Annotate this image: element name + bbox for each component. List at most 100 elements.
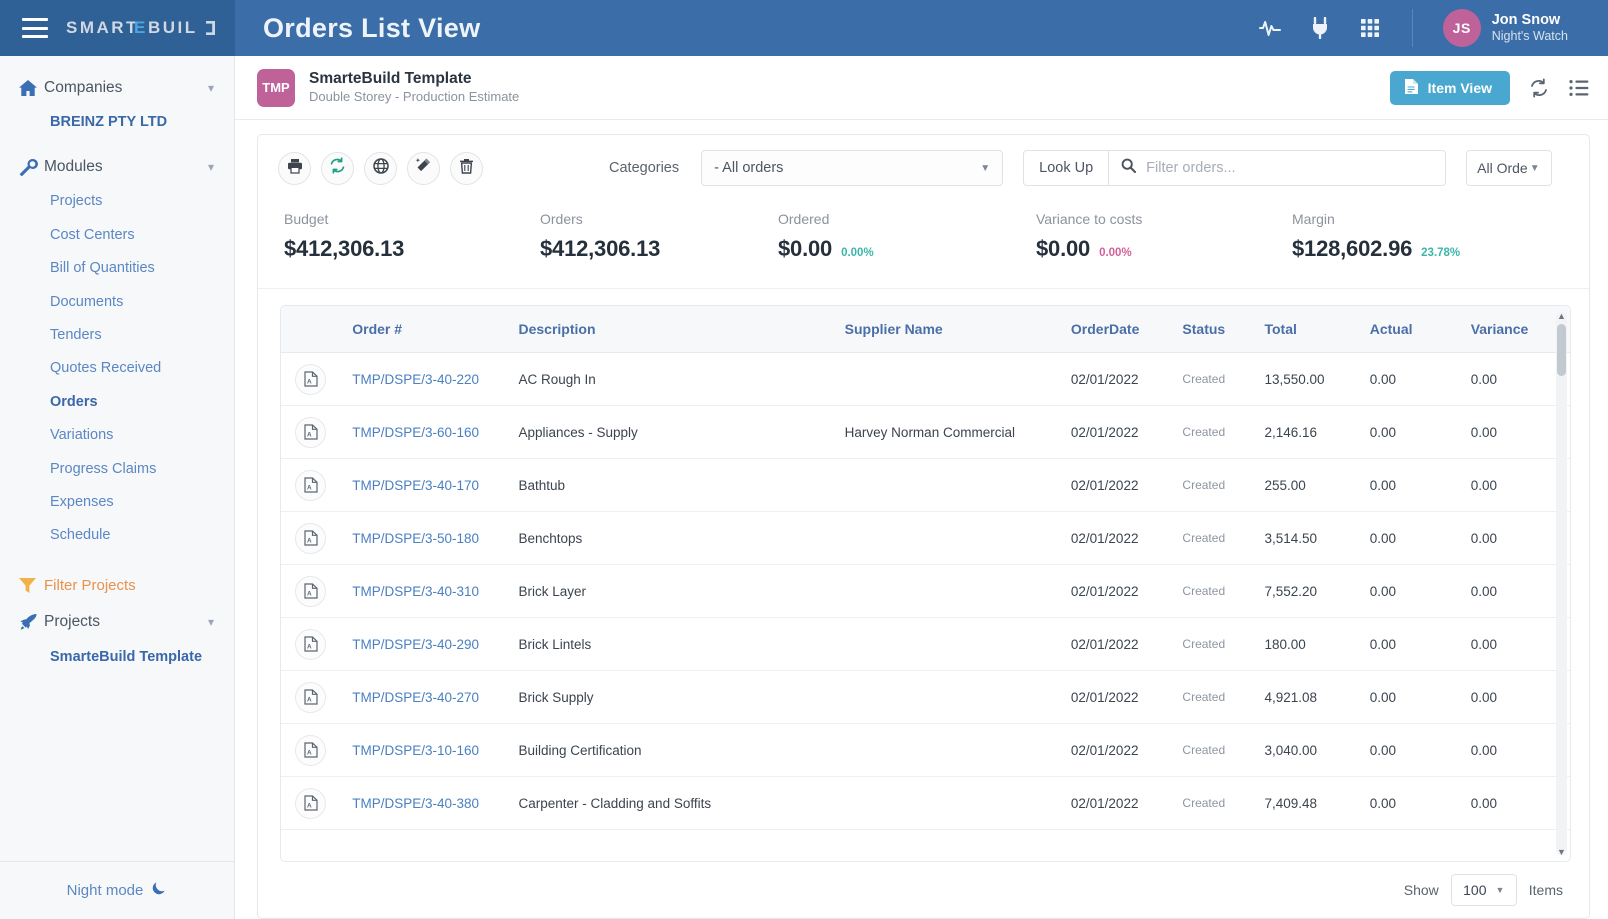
table-row[interactable]: ATMP/DSPE/3-50-180Benchtops02/01/2022Cre… xyxy=(281,512,1570,565)
document-pdf-icon[interactable]: A xyxy=(295,682,326,713)
row-total-cell: 2,146.16 xyxy=(1258,406,1363,459)
row-actual-cell: 0.00 xyxy=(1364,671,1465,724)
all-orders-select[interactable]: All Orde ▼ xyxy=(1466,150,1552,186)
document-pdf-icon[interactable]: A xyxy=(295,364,326,395)
funnel-icon xyxy=(18,577,44,594)
order-link[interactable]: TMP/DSPE/3-60-160 xyxy=(352,425,479,440)
top-bar-main: Orders List View xyxy=(235,0,1608,56)
table-row[interactable]: ATMP/DSPE/3-40-310Brick Layer02/01/2022C… xyxy=(281,565,1570,618)
row-date-cell: 02/01/2022 xyxy=(1065,671,1177,724)
sidebar-item-schedule[interactable]: Schedule xyxy=(0,519,234,552)
magic-wand-button[interactable] xyxy=(407,152,440,185)
lookup-button[interactable]: Look Up xyxy=(1023,150,1108,186)
document-pdf-icon[interactable]: A xyxy=(295,788,326,819)
document-pdf-icon[interactable]: A xyxy=(295,735,326,766)
scroll-down-icon[interactable]: ▼ xyxy=(1556,846,1567,857)
order-link[interactable]: TMP/DSPE/3-10-160 xyxy=(352,743,479,758)
sidebar-item-bill-of-quantities[interactable]: Bill of Quantities xyxy=(0,252,234,285)
table-row[interactable]: A TMP/DSPE/3-10-160 Building Certification… xyxy=(281,724,1570,777)
sidebar-item-expenses[interactable]: Expenses xyxy=(0,486,234,519)
magic-wand-icon xyxy=(415,157,432,179)
row-status-cell: Created xyxy=(1176,459,1258,512)
sidebar-item-projects[interactable]: Projects xyxy=(0,185,234,218)
refresh-icon[interactable] xyxy=(1528,77,1550,99)
refresh-button[interactable] xyxy=(321,152,354,185)
delete-button[interactable] xyxy=(450,152,483,185)
order-link[interactable]: TMP/DSPE/3-40-310 xyxy=(352,584,479,599)
page-size-select[interactable]: 100 ▼ xyxy=(1451,874,1517,906)
document-pdf-icon[interactable]: A xyxy=(295,470,326,501)
document-pdf-icon[interactable]: A xyxy=(295,417,326,448)
row-supplier-cell xyxy=(839,512,1065,565)
sidebar-group-projects[interactable]: Projects ▾ xyxy=(0,604,234,641)
plug-icon[interactable] xyxy=(1308,16,1332,40)
sidebar-item-tenders[interactable]: Tenders xyxy=(0,319,234,352)
sidebar-item-documents[interactable]: Documents xyxy=(0,286,234,319)
categories-select[interactable]: - All orders ▼ xyxy=(701,150,1003,186)
scrollbar-thumb[interactable] xyxy=(1557,324,1566,376)
user-menu[interactable]: JS Jon Snow Night's Watch xyxy=(1443,9,1590,47)
night-mode-toggle[interactable]: Night mode xyxy=(0,861,234,919)
apps-grid-icon[interactable] xyxy=(1358,16,1382,40)
activity-pulse-icon[interactable] xyxy=(1258,16,1282,40)
column-header-order[interactable]: Order # xyxy=(346,306,512,353)
document-pdf-icon[interactable]: A xyxy=(295,523,326,554)
sidebar-item-smartebuild-template[interactable]: SmarteBuild Template xyxy=(0,641,234,674)
item-view-button[interactable]: Item View xyxy=(1390,71,1510,105)
table-row[interactable]: ATMP/DSPE/3-60-160Appliances - SupplyHar… xyxy=(281,406,1570,459)
list-icon[interactable] xyxy=(1568,77,1590,99)
column-header-icon[interactable] xyxy=(281,306,346,353)
stat-orders: Orders $412,306.13 xyxy=(514,211,752,262)
row-description-cell: Building Certification xyxy=(512,724,838,777)
document-pdf-icon[interactable]: A xyxy=(295,629,326,660)
hamburger-icon[interactable] xyxy=(22,18,48,38)
row-description-cell: AC Rough In xyxy=(512,353,838,406)
document-pdf-icon[interactable]: A xyxy=(295,576,326,607)
page-size-value: 100 xyxy=(1463,882,1486,898)
table-row[interactable]: ATMP/DSPE/3-40-290Brick Lintels02/01/202… xyxy=(281,618,1570,671)
row-actual-cell: 0.00 xyxy=(1364,512,1465,565)
table-row[interactable]: ATMP/DSPE/3-40-220AC Rough In02/01/2022C… xyxy=(281,353,1570,406)
sidebar-item-quotes-received[interactable]: Quotes Received xyxy=(0,352,234,385)
scroll-up-icon[interactable]: ▲ xyxy=(1556,310,1567,321)
column-header-total[interactable]: Total xyxy=(1258,306,1363,353)
globe-icon xyxy=(373,158,389,179)
order-link[interactable]: TMP/DSPE/3-40-170 xyxy=(352,478,479,493)
row-date-cell: 02/01/2022 xyxy=(1065,777,1177,830)
categories-value: - All orders xyxy=(714,160,783,176)
row-variance-cell: 0.00 xyxy=(1465,671,1570,724)
globe-button[interactable] xyxy=(364,152,397,185)
column-header-description[interactable]: Description xyxy=(512,306,838,353)
column-header-variance[interactable]: Variance xyxy=(1465,306,1570,353)
row-order-cell: TMP/DSPE/3-40-290 xyxy=(346,618,512,671)
project-bar: TMP SmarteBuild Template Double Storey -… xyxy=(235,56,1608,120)
row-variance-cell: 0.00 xyxy=(1465,618,1570,671)
column-header-supplier-name[interactable]: Supplier Name xyxy=(839,306,1065,353)
table-row[interactable]: ATMP/DSPE/3-40-270Brick Supply02/01/2022… xyxy=(281,671,1570,724)
sidebar-item-orders[interactable]: Orders xyxy=(0,386,234,419)
row-actual-cell: 0.00 xyxy=(1364,618,1465,671)
chevron-down-icon: ▾ xyxy=(208,81,218,95)
order-link[interactable]: TMP/DSPE/3-40-220 xyxy=(352,372,479,387)
top-bar-divider xyxy=(1412,9,1413,47)
order-link[interactable]: TMP/DSPE/3-40-380 xyxy=(352,796,479,811)
sidebar-item-breinz-pty-ltd[interactable]: BREINZ PTY LTD xyxy=(0,106,234,139)
order-link[interactable]: TMP/DSPE/3-40-270 xyxy=(352,690,479,705)
column-header-orderdate[interactable]: OrderDate xyxy=(1065,306,1177,353)
order-link[interactable]: TMP/DSPE/3-50-180 xyxy=(352,531,479,546)
table-vertical-scrollbar[interactable]: ▲ ▼ xyxy=(1556,312,1567,855)
sidebar-item-variations[interactable]: Variations xyxy=(0,419,234,452)
print-button[interactable] xyxy=(278,152,311,185)
table-row[interactable]: ATMP/DSPE/3-40-380Carpenter - Cladding a… xyxy=(281,777,1570,830)
table-row[interactable]: ATMP/DSPE/3-40-170Bathtub02/01/2022Creat… xyxy=(281,459,1570,512)
sidebar-filter-projects[interactable]: Filter Projects xyxy=(0,567,234,604)
sidebar-group-companies[interactable]: Companies ▾ xyxy=(0,70,234,106)
sidebar-item-progress-claims[interactable]: Progress Claims xyxy=(0,453,234,486)
sidebar-group-modules[interactable]: Modules ▾ xyxy=(0,149,234,185)
column-header-status[interactable]: Status xyxy=(1176,306,1258,353)
sidebar-item-cost-centers[interactable]: Cost Centers xyxy=(0,219,234,252)
column-header-actual[interactable]: Actual xyxy=(1364,306,1465,353)
search-input[interactable] xyxy=(1146,160,1433,176)
row-status-cell: Created xyxy=(1176,512,1258,565)
order-link[interactable]: TMP/DSPE/3-40-290 xyxy=(352,637,479,652)
